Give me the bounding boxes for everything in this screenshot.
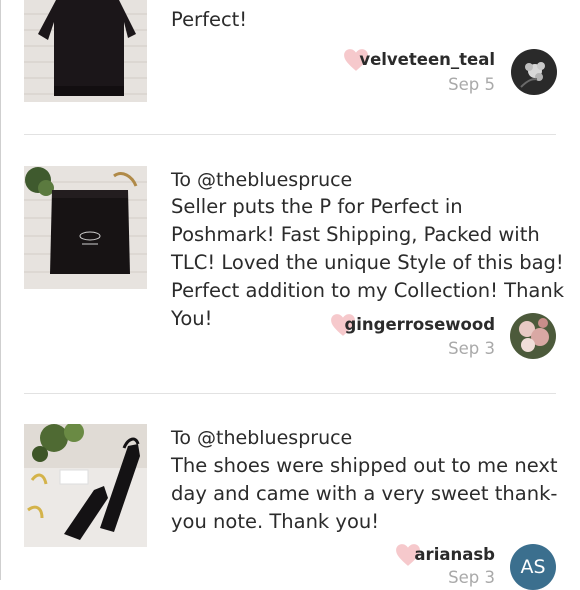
avatar[interactable] [511,49,557,95]
dust-bag-image [24,166,147,289]
recipient-label: To @thebluespruce [171,169,353,191]
recipient-label: To @thebluespruce [171,427,353,449]
username[interactable]: velveteen_teal [359,50,495,69]
roses-avatar-image [510,313,556,359]
username[interactable]: gingerrosewood [344,315,495,334]
comment-date: Sep 3 [448,568,495,587]
flower-avatar-image [511,49,557,95]
username[interactable]: arianasb [414,545,495,564]
comment-date: Sep 5 [448,75,495,94]
black-heels-image [24,424,147,547]
comment-text: Perfect! [171,8,248,31]
comment-text: The shoes were shipped out to me next da… [171,454,558,533]
divider [24,393,556,394]
left-edge [0,0,1,580]
avatar[interactable] [510,313,556,359]
listing-thumbnail[interactable] [24,0,147,102]
listing-thumbnail[interactable] [24,424,147,547]
comment-text: Seller puts the P for Perfect in Poshmar… [171,195,565,330]
black-sweater-image [24,0,147,102]
comment-date: Sep 3 [448,339,495,358]
avatar[interactable]: AS [510,544,556,590]
divider [24,134,556,135]
listing-thumbnail[interactable] [24,166,147,289]
